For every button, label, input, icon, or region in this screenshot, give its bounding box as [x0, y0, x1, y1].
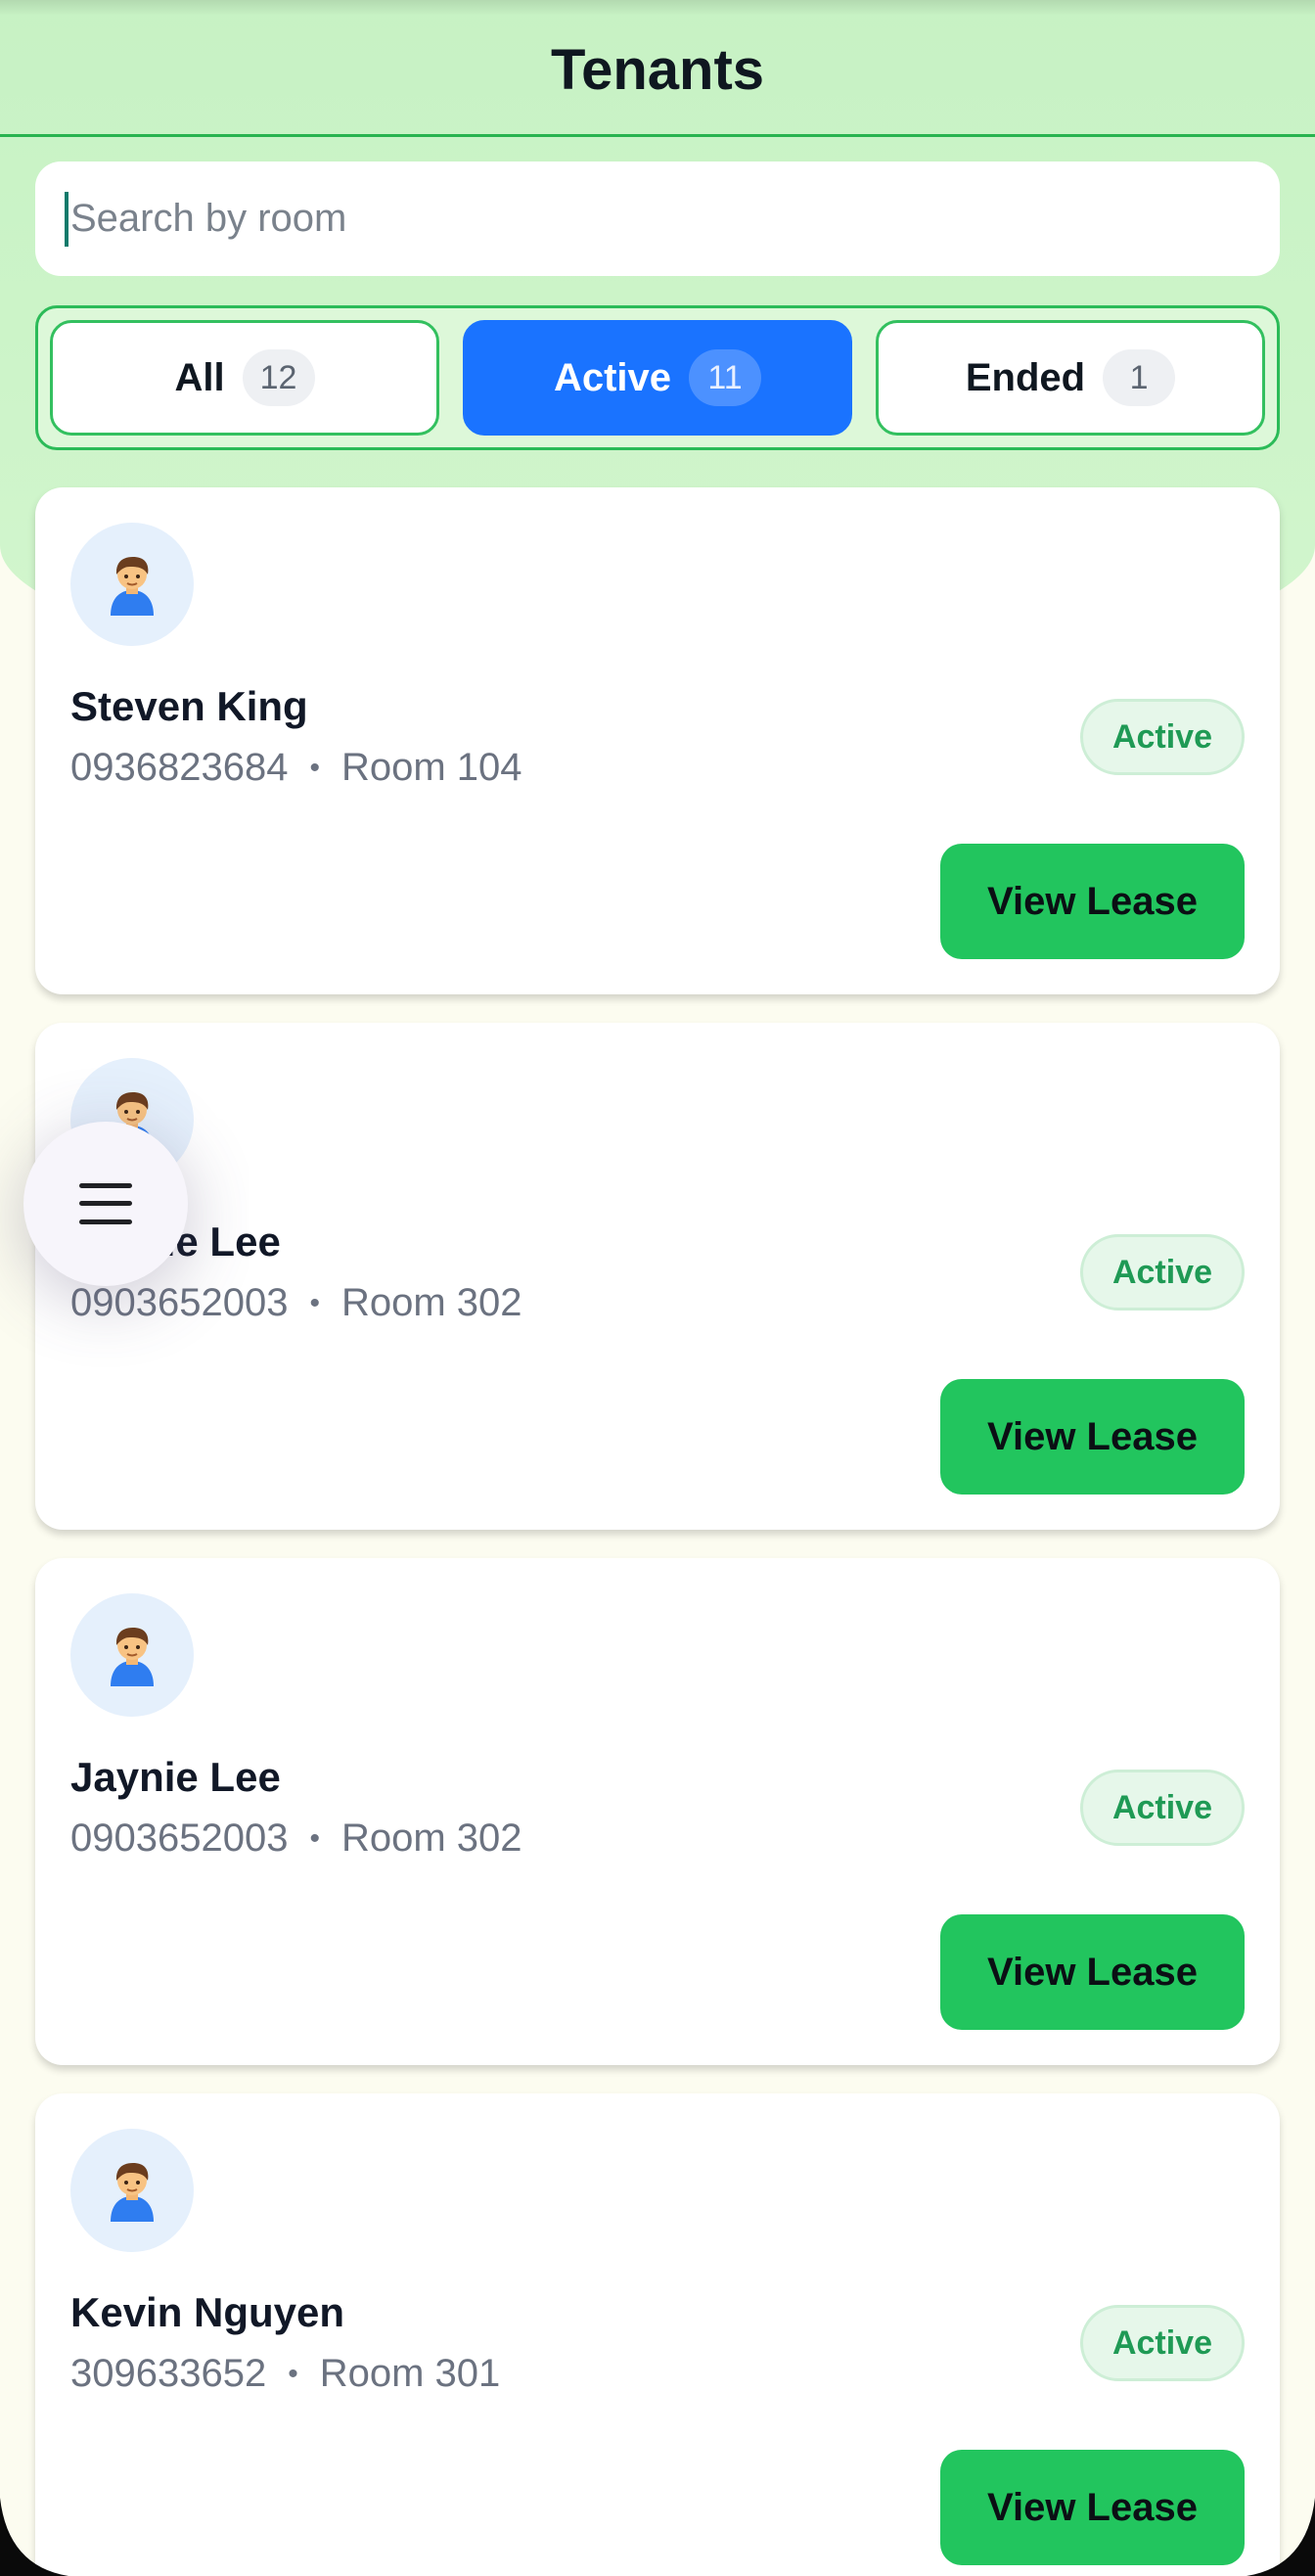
tenant-name: Kevin Nguyen: [70, 2289, 345, 2335]
filter-count-badge: 12: [242, 349, 315, 406]
filter-tab-all[interactable]: All 12: [50, 320, 439, 436]
filter-count-badge: 1: [1103, 349, 1176, 406]
status-badge: Active: [1079, 2305, 1245, 2381]
tenant-details: 0903652003 • Room 302: [70, 1281, 522, 1325]
tenant-phone: 0903652003: [70, 1281, 289, 1324]
person-icon: [111, 557, 154, 616]
tenant-card[interactable]: Kevin Nguyen 309633652 • Room 301 Active…: [35, 2093, 1280, 2576]
tenant-name: Steven King: [70, 683, 308, 729]
filter-count-badge: 11: [689, 349, 762, 406]
tenant-details: 309633652 • Room 301: [70, 2352, 500, 2396]
avatar: [70, 1593, 194, 1717]
tenant-room: Room 104: [340, 746, 522, 789]
tenant-phone: 0936823684: [70, 746, 289, 789]
filter-tab-active[interactable]: Active 11: [463, 320, 852, 436]
status-badge: Active: [1079, 1234, 1245, 1311]
tenant-room: Room 301: [319, 2352, 501, 2395]
filter-tab-ended[interactable]: Ended 1: [876, 320, 1265, 436]
view-lease-button[interactable]: View Lease: [940, 1914, 1245, 2030]
separator-dot: •: [309, 751, 320, 784]
avatar: [70, 523, 194, 646]
filter-label: Active: [553, 355, 672, 399]
floating-menu-button[interactable]: [23, 1122, 188, 1286]
separator-dot: •: [288, 2357, 298, 2390]
view-lease-button[interactable]: View Lease: [940, 844, 1245, 959]
tenant-details: 0903652003 • Room 302: [70, 1817, 522, 1861]
tenant-phone: 309633652: [70, 2352, 267, 2395]
status-badge: Active: [1079, 699, 1245, 775]
avatar: [70, 2129, 194, 2252]
separator-dot: •: [309, 1821, 320, 1855]
separator-dot: •: [309, 1286, 320, 1319]
tenant-card[interactable]: Steven King 0936823684 • Room 104 Active…: [35, 487, 1280, 994]
filter-label: Ended: [965, 355, 1086, 399]
tenant-name: Jaynie Lee: [70, 1754, 281, 1800]
tenant-card[interactable]: Jaynie Lee 0903652003 • Room 302 Active …: [35, 1023, 1280, 1530]
page-title: Tenants: [550, 38, 765, 102]
tenant-room: Room 302: [340, 1281, 522, 1324]
view-lease-button[interactable]: View Lease: [940, 2450, 1245, 2565]
status-filter-group: All 12 Active 11 Ended 1: [35, 305, 1280, 450]
view-lease-button[interactable]: View Lease: [940, 1379, 1245, 1495]
search-input[interactable]: [70, 197, 1225, 241]
filter-label: All: [174, 355, 225, 399]
tenant-card[interactable]: Jaynie Lee 0903652003 • Room 302 Active …: [35, 1558, 1280, 2065]
person-icon: [111, 1628, 154, 1686]
status-badge: Active: [1079, 1770, 1245, 1846]
tenant-details: 0936823684 • Room 104: [70, 746, 522, 790]
tenant-phone: 0903652003: [70, 1817, 289, 1860]
tenant-room: Room 302: [340, 1817, 522, 1860]
text-cursor: [65, 191, 68, 247]
app-header: Tenants: [0, 0, 1315, 137]
search-bar[interactable]: [35, 161, 1280, 276]
person-icon: [111, 2163, 154, 2222]
menu-icon: [79, 1183, 132, 1224]
